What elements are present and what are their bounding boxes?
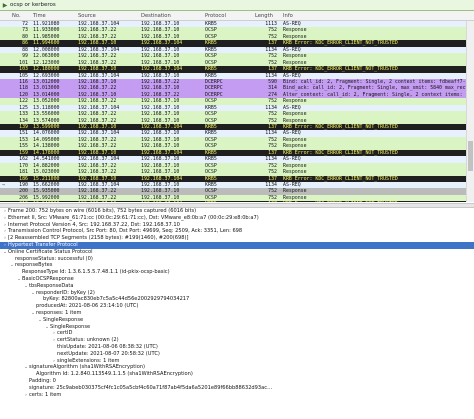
detail-tree-item[interactable]: ⌄SingleResponse [0, 324, 474, 331]
detail-tree-item[interactable]: › Transmission Control Protocol, Src Port… [0, 228, 474, 235]
detail-tree-item[interactable]: › singleExtensions: 1 item [0, 358, 474, 365]
column-header-protocol[interactable]: Protocol [205, 13, 226, 19]
detail-tree-item[interactable]: › Hypertext Transfer Protocol [0, 241, 474, 249]
detail-tree-item[interactable]: ⌄signatureAlgorithm (sha1WithRSAEncrypti… [0, 364, 474, 371]
detail-tree-item[interactable]: › Internet Protocol Version 4, Src: 192.1… [0, 222, 474, 229]
bookmark-icon[interactable]: ▶ [0, 0, 10, 10]
column-header-source[interactable]: Source [78, 13, 96, 19]
detail-tree-label: tbsResponseData [29, 282, 74, 289]
packet-row[interactable]: 210 16.042000 192.168.37.10 192.168.37.104 K… [0, 201, 474, 202]
detail-tree-label: Hypertext Transfer Protocol [8, 241, 78, 248]
detail-tree-label: responses: 1 item [36, 309, 82, 316]
packet-destination: 192.168.37.104 [141, 201, 182, 202]
display-filter-input[interactable]: ocsp or kerberos [10, 2, 56, 8]
detail-tree-item[interactable]: ⌄tbsResponseData [0, 283, 474, 290]
detail-tree-label: Padding: 0 [29, 377, 56, 384]
packet-protocol: KRB5 [205, 201, 217, 202]
detail-tree-label: singleExtensions: 1 item [57, 357, 120, 364]
column-header-time[interactable]: Time [33, 13, 46, 19]
detail-tree-label: certStatus: unknown (2) [57, 337, 119, 344]
detail-tree-item[interactable]: › certID [0, 330, 474, 337]
detail-tree-item[interactable]: ⌄BasicOCSPResponse [0, 276, 474, 283]
packet-source: 192.168.37.10 [78, 201, 116, 202]
detail-tree-label: signatureAlgorithm (sha1WithRSAEncryptio… [29, 364, 146, 371]
detail-tree-label: byKey: 82800ac830eb7c5a5c44d56e200292979… [43, 296, 190, 303]
detail-tree-label: Transmission Control Protocol, Src Port:… [8, 228, 243, 235]
detail-tree-item[interactable]: ⌄responses: 1 item [0, 310, 474, 317]
detail-tree-label: SingleResponse [43, 316, 84, 323]
detail-tree-item[interactable]: ResponseType Id: 1.3.6.1.5.5.7.48.1.1 (i… [0, 269, 474, 276]
detail-tree-label: nextUpdate: 2021-08-07 20:58:32 (UTC) [57, 350, 160, 357]
detail-tree-item[interactable]: › certStatus: unknown (2) [0, 337, 474, 344]
detail-tree-label: SingleResponse [50, 323, 91, 330]
detail-tree-item[interactable]: nextUpdate: 2021-08-07 20:58:32 (UTC) [0, 351, 474, 358]
detail-tree-label: certID [57, 330, 73, 337]
detail-tree-label: Internet Protocol Version 4, Src: 192.16… [8, 221, 180, 228]
detail-tree-item[interactable]: ⌄Online Certificate Status Protocol [0, 249, 474, 256]
detail-tree-label: responderID: byKey (2) [36, 289, 95, 296]
column-header-length[interactable]: Length [255, 13, 273, 19]
packet-details-tree[interactable]: › Frame 200: 752 bytes on wire (6016 bits… [0, 208, 474, 419]
detail-tree-item[interactable]: ⌄SingleResponse [0, 317, 474, 324]
detail-tree-item[interactable]: › Frame 200: 752 bytes on wire (6016 bits… [0, 208, 474, 215]
detail-tree-label: signature: 25c9abeb030375cf4fc1c05a5cbf4… [29, 384, 273, 391]
detail-tree-label: Ethernet II, Src: VMware_61:71:cc (00:0c… [8, 214, 259, 221]
detail-tree-item[interactable]: Algorithm Id: 1.2.840.113549.1.1.5 (sha1… [0, 371, 474, 378]
detail-tree-item[interactable]: thisUpdate: 2021-08-06 08:38:32 (UTC) [0, 344, 474, 351]
column-header-destination[interactable]: Destination [141, 13, 171, 19]
detail-tree-label: Online Certificate Status Protocol [8, 248, 93, 255]
detail-tree-label: Algorithm Id: 1.2.840.113549.1.1.5 (sha1… [36, 371, 193, 378]
packet-time: 16.042000 [33, 201, 60, 202]
detail-tree-item[interactable]: responseStatus: successful (0) [0, 256, 474, 263]
detail-tree-label: responseBytes [15, 262, 53, 269]
detail-tree-label: ResponseType Id: 1.3.6.1.5.5.7.48.1.1 (i… [22, 269, 170, 276]
detail-tree-item[interactable]: signature: 25c9abeb030375cf4fc1c05a5cbf4… [0, 385, 474, 392]
detail-tree-item[interactable]: producedAt: 2021-08-06 23:14:10 (UTC) [0, 303, 474, 310]
packet-list-scrollbar[interactable] [466, 21, 474, 202]
packet-no: 210 [12, 201, 28, 202]
detail-tree-label: thisUpdate: 2021-08-06 08:38:32 (UTC) [57, 343, 158, 350]
detail-tree-label: producedAt: 2021-08-06 23:14:10 (UTC) [36, 303, 139, 310]
scrollbar-thumb[interactable] [468, 141, 473, 171]
detail-tree-label: BasicOCSPResponse [22, 275, 74, 282]
column-header-info[interactable]: Info [283, 13, 293, 19]
detail-tree-item[interactable]: › certs: 1 item [0, 392, 474, 399]
packet-length: 137 [255, 201, 277, 202]
packet-info: KRB Error: KDC_ERROR_CLIENT_NOT_TRUSTED [283, 201, 398, 202]
detail-tree-label: [2 Reassembled TCP Segments (2158 bytes)… [8, 235, 189, 242]
column-header-no[interactable]: No. [12, 13, 21, 19]
detail-tree-item[interactable]: ⌄responseBytes [0, 262, 474, 269]
detail-tree-label: certs: 1 item [29, 391, 62, 398]
packet-list-header: No. Time Source Destination Protocol Len… [0, 11, 474, 21]
detail-tree-label: Frame 200: 752 bytes on wire (6016 bits)… [8, 208, 197, 214]
packet-list[interactable]: 72 11.921080 192.168.37.104 192.168.37.10 KR… [0, 21, 474, 202]
detail-tree-item[interactable]: Padding: 0 [0, 378, 474, 385]
detail-tree-item[interactable]: ⌄responderID: byKey (2) [0, 290, 474, 297]
detail-tree-label: responseStatus: successful (0) [15, 255, 93, 262]
detail-tree-item[interactable]: › Ethernet II, Src: VMware_61:71:cc (00:0… [0, 215, 474, 222]
display-filter-bar[interactable]: ▶ ocsp or kerberos [0, 0, 474, 11]
detail-tree-item[interactable]: › [2 Reassembled TCP Segments (2158 bytes… [0, 235, 474, 242]
detail-tree-item[interactable]: byKey: 82800ac830eb7c5a5c44d56e200292979… [0, 296, 474, 303]
